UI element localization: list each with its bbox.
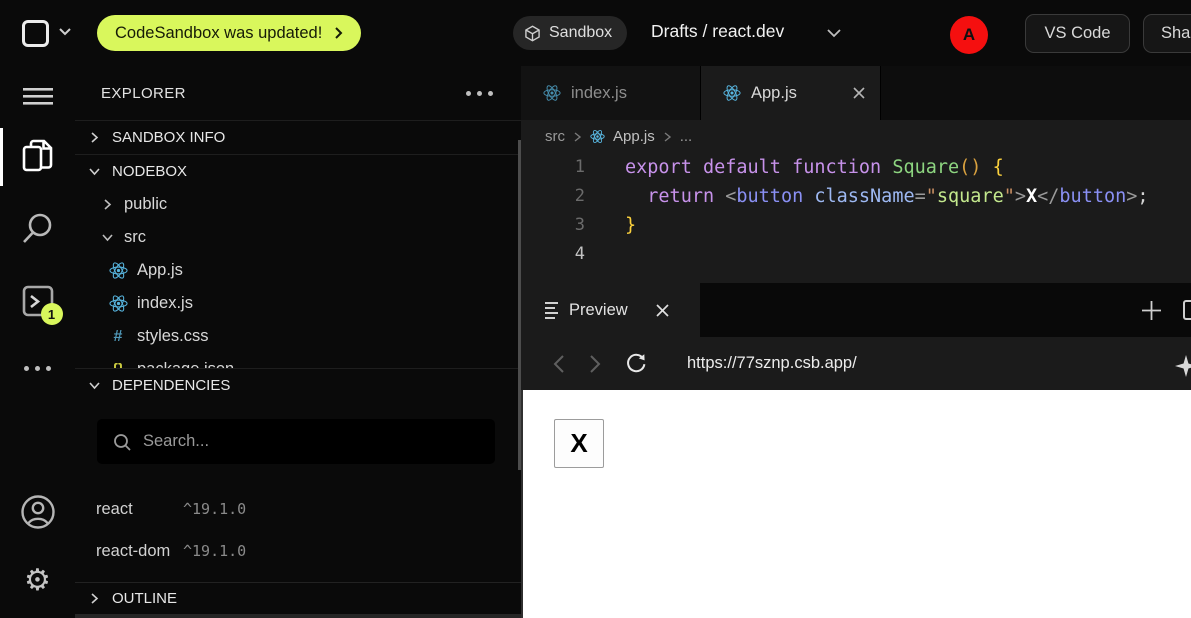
section-nodebox[interactable]: NODEBOX bbox=[75, 155, 521, 188]
explorer-header: EXPLORER bbox=[75, 66, 521, 121]
breadcrumb-root[interactable]: src bbox=[545, 128, 565, 145]
css-file-icon: # bbox=[108, 328, 128, 346]
line-number: 3 bbox=[521, 211, 585, 240]
top-bar: CodeSandbox was updated! Sandbox Drafts … bbox=[0, 0, 1191, 66]
file-package-json[interactable]: {} package.json bbox=[75, 353, 521, 368]
explorer-menu-icon[interactable] bbox=[466, 91, 493, 96]
file-app-js[interactable]: App.js bbox=[75, 254, 521, 287]
chevron-down-icon[interactable] bbox=[58, 27, 72, 37]
code-line[interactable]: 3} bbox=[521, 211, 1191, 240]
react-file-icon bbox=[543, 84, 561, 102]
search-icon[interactable] bbox=[0, 212, 75, 245]
search-icon bbox=[113, 433, 131, 451]
dependency-search[interactable] bbox=[97, 419, 495, 464]
close-preview-icon[interactable] bbox=[655, 303, 670, 318]
react-file-icon bbox=[723, 84, 741, 102]
code-lines: 1export default function Square() {2 ret… bbox=[521, 153, 1191, 269]
layout-pane-icon[interactable] bbox=[1183, 300, 1191, 320]
tab-app-js[interactable]: App.js bbox=[701, 66, 881, 120]
dependency-search-input[interactable] bbox=[143, 432, 463, 451]
codesandbox-logo-icon[interactable] bbox=[22, 20, 49, 47]
sandbox-badge-label: Sandbox bbox=[549, 24, 612, 42]
dependency-row[interactable]: react ^19.1.0 bbox=[75, 488, 521, 530]
chevron-down-icon bbox=[87, 164, 102, 179]
project-breadcrumb[interactable]: Drafts / react.dev bbox=[651, 21, 784, 42]
folder-public[interactable]: public bbox=[75, 188, 521, 221]
react-file-icon bbox=[108, 294, 128, 313]
dependency-row[interactable]: react-dom ^19.1.0 bbox=[75, 530, 521, 572]
browser-preview: X bbox=[521, 390, 1191, 618]
code-text: } bbox=[585, 211, 636, 240]
line-number: 1 bbox=[521, 153, 585, 182]
preview-tab-bar: Preview bbox=[521, 283, 1191, 337]
chevron-down-icon[interactable] bbox=[826, 28, 842, 39]
more-options-icon[interactable] bbox=[0, 366, 75, 371]
sparkle-icon[interactable] bbox=[1175, 355, 1191, 377]
section-sandbox-info[interactable]: SANDBOX INFO bbox=[75, 121, 521, 155]
menu-hamburger-icon[interactable] bbox=[0, 87, 75, 105]
settings-gear-icon[interactable] bbox=[0, 566, 75, 596]
activity-bar: 1 bbox=[0, 66, 75, 618]
chevron-down-icon bbox=[100, 230, 115, 245]
editor-column: index.js App.js src App.js ... 1export d… bbox=[521, 66, 1191, 618]
terminal-badge: 1 bbox=[41, 303, 63, 325]
cube-icon bbox=[524, 25, 541, 42]
avatar[interactable]: A bbox=[950, 16, 988, 54]
code-text: return <button className="square">X</but… bbox=[585, 182, 1149, 211]
code-line[interactable]: 1export default function Square() { bbox=[521, 153, 1191, 182]
chevron-right-icon bbox=[87, 591, 102, 606]
account-icon[interactable] bbox=[0, 494, 75, 530]
preview-list-icon bbox=[545, 302, 558, 319]
url-field[interactable]: https://77sznp.csb.app/ bbox=[687, 354, 857, 373]
react-file-icon bbox=[108, 261, 128, 280]
code-line[interactable]: 2 return <button className="square">X</b… bbox=[521, 182, 1191, 211]
file-tree: public src App.js index.js # styles.c bbox=[75, 188, 521, 368]
explorer-title: EXPLORER bbox=[101, 85, 186, 102]
json-file-icon: {} bbox=[108, 361, 128, 368]
browser-toolbar: https://77sznp.csb.app/ bbox=[521, 337, 1191, 390]
explorer-files-icon[interactable] bbox=[0, 138, 75, 174]
editor-tabs: index.js App.js bbox=[521, 66, 1191, 120]
breadcrumb-tail[interactable]: ... bbox=[680, 128, 693, 145]
line-number: 4 bbox=[521, 240, 585, 269]
update-banner[interactable]: CodeSandbox was updated! bbox=[97, 15, 361, 51]
chevron-right-icon bbox=[87, 130, 102, 145]
add-pane-icon[interactable] bbox=[1140, 299, 1163, 322]
folder-src[interactable]: src bbox=[75, 221, 521, 254]
code-text: export default function Square() { bbox=[585, 153, 1004, 182]
tab-index-js[interactable]: index.js bbox=[521, 66, 701, 120]
chevron-right-icon bbox=[100, 197, 115, 212]
square-button[interactable]: X bbox=[554, 419, 604, 468]
chevron-down-icon bbox=[87, 378, 102, 393]
back-icon[interactable] bbox=[553, 354, 565, 374]
dependency-list: react ^19.1.0 react-dom ^19.1.0 bbox=[75, 488, 521, 572]
close-tab-icon[interactable] bbox=[852, 86, 866, 100]
line-number: 2 bbox=[521, 182, 585, 211]
code-editor: src App.js ... 1export default function … bbox=[521, 120, 1191, 283]
update-banner-label: CodeSandbox was updated! bbox=[115, 24, 322, 43]
code-line[interactable]: 4 bbox=[521, 240, 1191, 269]
chevron-right-icon bbox=[334, 26, 343, 40]
preview-tab[interactable]: Preview bbox=[521, 283, 700, 337]
code-text bbox=[585, 240, 625, 269]
react-file-icon bbox=[590, 129, 605, 144]
sidebar-bottom-divider bbox=[75, 614, 521, 618]
section-outline[interactable]: OUTLINE bbox=[75, 582, 521, 614]
explorer-sidebar: EXPLORER SANDBOX INFO NODEBOX public src bbox=[75, 66, 521, 618]
forward-icon[interactable] bbox=[589, 354, 601, 374]
breadcrumb: src App.js ... bbox=[521, 120, 1191, 153]
chevron-right-icon bbox=[573, 131, 582, 143]
file-styles-css[interactable]: # styles.css bbox=[75, 320, 521, 353]
terminal-icon[interactable]: 1 bbox=[0, 285, 75, 317]
preview-panel: Preview bbox=[521, 283, 1191, 618]
section-dependencies[interactable]: DEPENDENCIES bbox=[75, 368, 521, 402]
vscode-button[interactable]: VS Code bbox=[1025, 14, 1130, 53]
refresh-icon[interactable] bbox=[625, 353, 647, 375]
file-index-js[interactable]: index.js bbox=[75, 287, 521, 320]
chevron-right-icon bbox=[663, 131, 672, 143]
breadcrumb-file[interactable]: App.js bbox=[613, 128, 655, 145]
sandbox-badge[interactable]: Sandbox bbox=[513, 16, 627, 50]
share-button[interactable]: Share bbox=[1143, 14, 1191, 53]
